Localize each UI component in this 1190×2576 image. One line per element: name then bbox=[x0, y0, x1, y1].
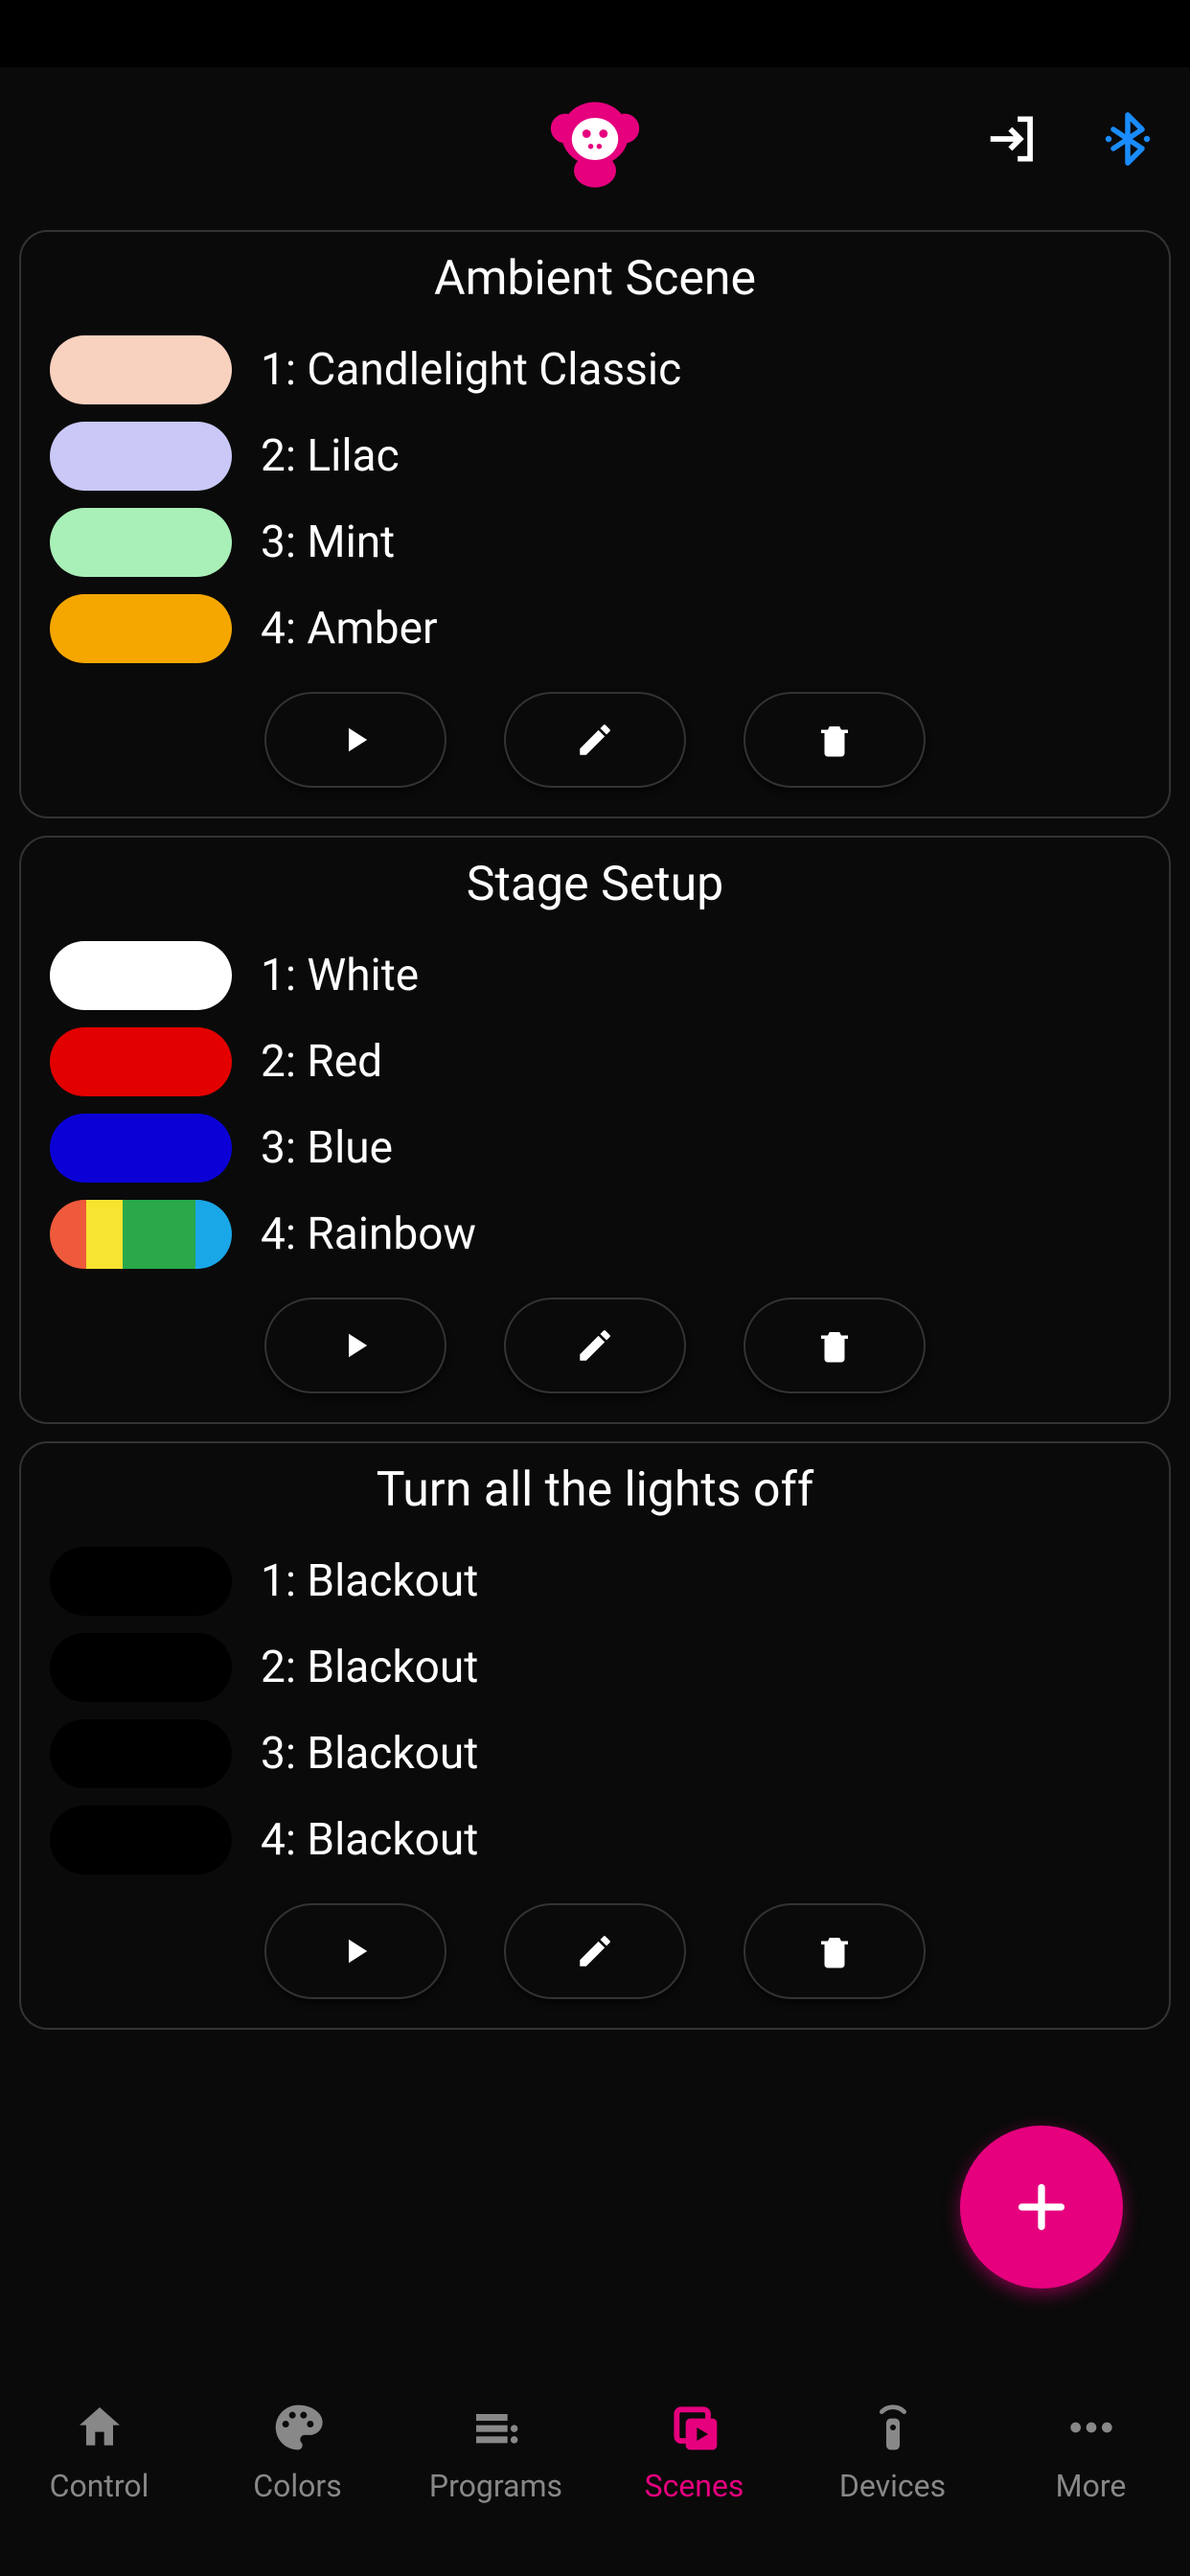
scene-row-label: 1: Candlelight Classic bbox=[261, 344, 681, 396]
scene-title: Stage Setup bbox=[50, 857, 1140, 912]
scene-row-label: 3: Mint bbox=[261, 517, 395, 568]
play-button[interactable] bbox=[264, 1903, 446, 1999]
scene-row[interactable]: 3: Mint bbox=[50, 508, 1140, 577]
edit-button[interactable] bbox=[504, 1903, 686, 1999]
scene-row[interactable]: 1: Blackout bbox=[50, 1547, 1140, 1616]
scene-row[interactable]: 4: Blackout bbox=[50, 1806, 1140, 1874]
tab-label: Colors bbox=[253, 2468, 341, 2504]
home-icon bbox=[71, 2399, 128, 2456]
scene-row-label: 1: White bbox=[261, 950, 419, 1001]
login-icon[interactable] bbox=[979, 105, 1046, 172]
scene-title: Ambient Scene bbox=[50, 251, 1140, 307]
color-swatch bbox=[50, 1547, 232, 1616]
app-logo-monkey-icon bbox=[542, 86, 648, 192]
scene-row[interactable]: 1: Candlelight Classic bbox=[50, 335, 1140, 404]
scene-row-label: 3: Blue bbox=[261, 1122, 393, 1174]
status-bar-spacer bbox=[0, 0, 1190, 67]
tab-devices[interactable]: Devices bbox=[793, 2399, 992, 2504]
delete-button[interactable] bbox=[744, 692, 926, 788]
color-swatch bbox=[50, 335, 232, 404]
scenes-list: Ambient Scene 1: Candlelight Classic 2: … bbox=[0, 211, 1190, 2375]
scene-row[interactable]: 2: Blackout bbox=[50, 1633, 1140, 1702]
dots-icon bbox=[1063, 2399, 1120, 2456]
scene-row-label: 1: Blackout bbox=[261, 1555, 478, 1607]
color-swatch bbox=[50, 1719, 232, 1788]
scene-row[interactable]: 4: Rainbow bbox=[50, 1200, 1140, 1269]
scene-card: Stage Setup 1: White 2: Red 3: Blue bbox=[19, 836, 1171, 1424]
scene-row[interactable]: 2: Lilac bbox=[50, 422, 1140, 491]
scene-title: Turn all the lights off bbox=[50, 1462, 1140, 1518]
tab-colors[interactable]: Colors bbox=[198, 2399, 397, 2504]
color-swatch bbox=[50, 422, 232, 491]
app-header bbox=[0, 67, 1190, 211]
palette-icon bbox=[269, 2399, 327, 2456]
color-swatch bbox=[50, 1806, 232, 1874]
scene-row-label: 2: Lilac bbox=[261, 430, 400, 482]
color-swatch bbox=[50, 1633, 232, 1702]
color-swatch bbox=[50, 508, 232, 577]
tab-programs[interactable]: Programs bbox=[397, 2399, 595, 2504]
bluetooth-icon[interactable] bbox=[1094, 105, 1161, 172]
tab-more[interactable]: More bbox=[992, 2399, 1190, 2504]
color-swatch bbox=[50, 941, 232, 1010]
color-swatch bbox=[50, 1114, 232, 1183]
delete-button[interactable] bbox=[744, 1903, 926, 1999]
tab-control[interactable]: Control bbox=[0, 2399, 198, 2504]
play-button[interactable] bbox=[264, 1298, 446, 1393]
bottom-tab-bar: Control Colors Programs Scenes Devices bbox=[0, 2375, 1190, 2576]
scene-row-label: 4: Amber bbox=[261, 603, 438, 655]
color-swatch bbox=[50, 1027, 232, 1096]
color-swatch-rainbow bbox=[50, 1200, 232, 1269]
play-button[interactable] bbox=[264, 692, 446, 788]
scene-row[interactable]: 3: Blue bbox=[50, 1114, 1140, 1183]
scene-row[interactable]: 1: White bbox=[50, 941, 1140, 1010]
tab-label: More bbox=[1056, 2468, 1127, 2504]
scene-row-label: 4: Blackout bbox=[261, 1814, 478, 1866]
edit-button[interactable] bbox=[504, 692, 686, 788]
scene-row[interactable]: 3: Blackout bbox=[50, 1719, 1140, 1788]
add-scene-button[interactable] bbox=[960, 2126, 1123, 2288]
color-swatch bbox=[50, 594, 232, 663]
delete-button[interactable] bbox=[744, 1298, 926, 1393]
scene-row[interactable]: 4: Amber bbox=[50, 594, 1140, 663]
tab-label: Scenes bbox=[645, 2468, 744, 2504]
tab-label: Programs bbox=[429, 2468, 562, 2504]
tab-label: Devices bbox=[839, 2468, 946, 2504]
scenes-icon bbox=[666, 2399, 723, 2456]
scene-row-label: 2: Blackout bbox=[261, 1642, 478, 1693]
scene-row-label: 4: Rainbow bbox=[261, 1208, 476, 1260]
scene-card: Turn all the lights off 1: Blackout 2: B… bbox=[19, 1441, 1171, 2030]
list-icon bbox=[468, 2399, 525, 2456]
scene-card: Ambient Scene 1: Candlelight Classic 2: … bbox=[19, 230, 1171, 818]
tab-scenes[interactable]: Scenes bbox=[595, 2399, 793, 2504]
scene-row-label: 3: Blackout bbox=[261, 1728, 478, 1780]
remote-icon bbox=[864, 2399, 922, 2456]
edit-button[interactable] bbox=[504, 1298, 686, 1393]
scene-row[interactable]: 2: Red bbox=[50, 1027, 1140, 1096]
scene-row-label: 2: Red bbox=[261, 1036, 382, 1088]
tab-label: Control bbox=[50, 2468, 149, 2504]
